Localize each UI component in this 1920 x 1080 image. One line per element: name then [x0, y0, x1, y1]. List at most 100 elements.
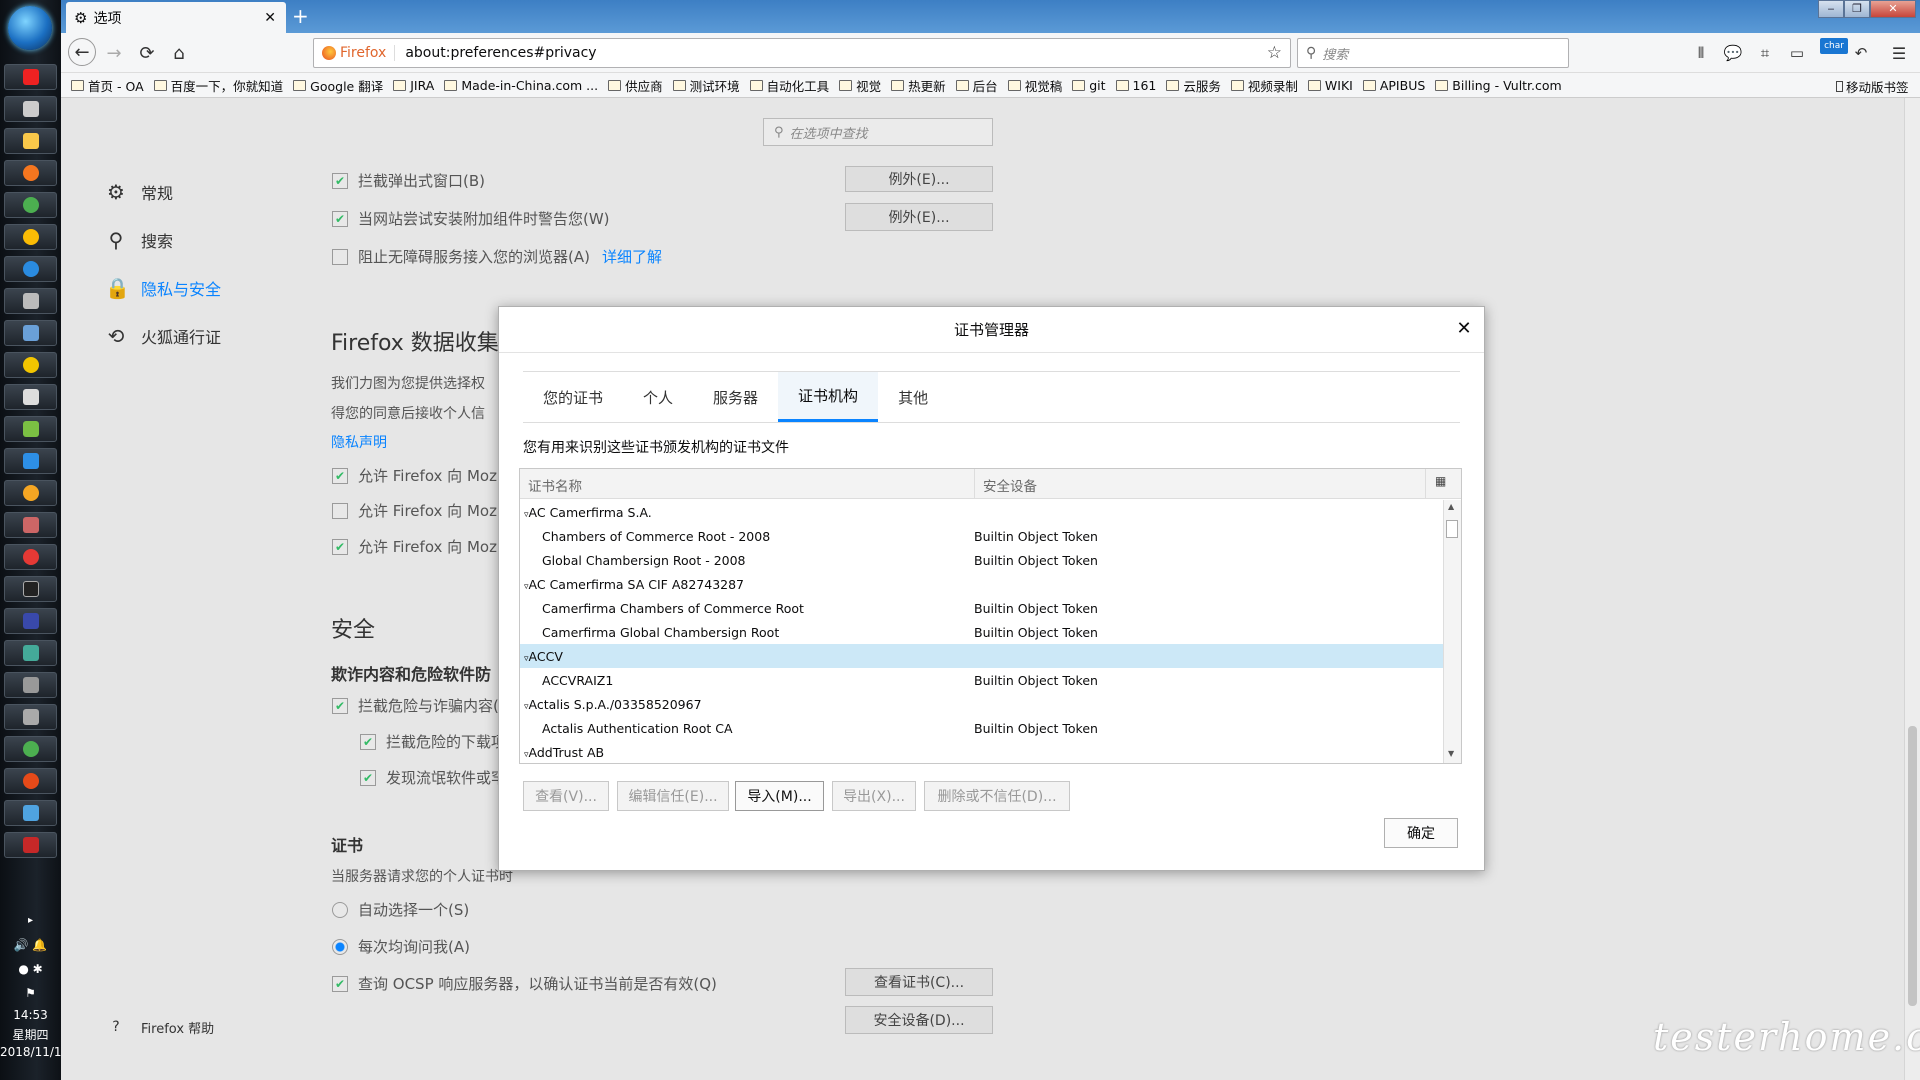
taskbar-app-20[interactable]: [4, 768, 57, 794]
popups-row[interactable]: ✔ 拦截弹出式窗口(B): [332, 170, 485, 191]
column-header-name[interactable]: 证书名称: [528, 475, 582, 495]
learn-more-link[interactable]: 详细了解: [602, 246, 662, 267]
checkbox-unchecked[interactable]: [332, 248, 348, 265]
taskbar-app-7[interactable]: [4, 352, 57, 378]
ocsp-row[interactable]: ✔ 查询 OCSP 响应服务器，以确认证书当前是否有效(Q): [332, 973, 717, 994]
tree-cert-row[interactable]: Chambers of Commerce Root - 2008 Builtin …: [520, 524, 1444, 548]
view-button[interactable]: 查看(V)...: [523, 781, 609, 811]
checkbox-checked[interactable]: ✔: [332, 975, 348, 992]
bookmark-item[interactable]: JIRA: [393, 78, 434, 93]
taskbar-app-15[interactable]: [4, 608, 57, 634]
view-certificates-button[interactable]: 查看证书(C)...: [845, 968, 993, 996]
library-icon[interactable]: ⫴: [1688, 40, 1714, 66]
taskbar-firefox[interactable]: [4, 160, 57, 186]
bookmark-item[interactable]: 首页 - OA: [71, 76, 144, 95]
scroll-up-icon[interactable]: ▲: [1448, 502, 1454, 511]
tree-group-row[interactable]: ▿Actalis S.p.A./03358520967: [520, 692, 1444, 716]
taskbar-app-21[interactable]: [4, 800, 57, 826]
taskbar-app-4[interactable]: [4, 256, 57, 282]
scrollbar-thumb[interactable]: [1908, 726, 1917, 1006]
addons-warning-row[interactable]: ✔ 当网站尝试安装附加组件时警告您(W): [332, 208, 610, 229]
tree-cert-row[interactable]: Camerfirma Chambers of Commerce Root Buil…: [520, 596, 1444, 620]
bookmark-item[interactable]: 后台: [955, 76, 998, 95]
tree-scrollbar[interactable]: ▲ ▼: [1443, 500, 1461, 763]
taskbar-chrome-2[interactable]: [4, 224, 57, 250]
taskbar-app-10[interactable]: [4, 448, 57, 474]
taskbar-app-6[interactable]: [4, 320, 57, 346]
allow-row-1[interactable]: ✔ 允许 Firefox 向 Mozi: [332, 465, 501, 486]
sidebar-item-general[interactable]: ⚙ 常规: [105, 180, 173, 204]
home-button[interactable]: ⌂: [166, 40, 192, 66]
taskbar-app-3[interactable]: [4, 128, 57, 154]
taskbar-app-1[interactable]: [4, 64, 57, 90]
radio-unselected[interactable]: [332, 901, 348, 918]
taskbar-app-19[interactable]: [4, 736, 57, 762]
bookmark-item[interactable]: Made-in-China.com ...: [444, 78, 598, 93]
taskbar-app-11[interactable]: [4, 480, 57, 506]
bookmark-item[interactable]: 视觉: [839, 76, 881, 95]
mobile-bookmarks[interactable]: 移动版书签: [1836, 77, 1909, 96]
bookmark-item[interactable]: 百度一下，你就知道: [153, 76, 283, 95]
checkbox-checked[interactable]: ✔: [332, 210, 348, 227]
tab-close-icon[interactable]: ✕: [264, 10, 276, 26]
export-button[interactable]: 导出(X)...: [832, 781, 916, 811]
allow-row-3[interactable]: ✔ 允许 Firefox 向 Mozi: [332, 536, 501, 557]
menu-icon[interactable]: ☰: [1886, 40, 1912, 66]
tree-cert-row[interactable]: Global Chambersign Root - 2008 Builtin Ob…: [520, 548, 1444, 572]
bookmark-item[interactable]: Billing - Vultr.com: [1435, 78, 1562, 93]
taskbar-app-18[interactable]: [4, 704, 57, 730]
unwanted-software-row[interactable]: ✔ 发现流氓软件或罕: [360, 767, 506, 788]
checkbox-checked[interactable]: ✔: [360, 769, 376, 786]
import-button[interactable]: 导入(M)...: [735, 781, 824, 811]
tab-authorities[interactable]: 证书机构: [778, 372, 879, 422]
scroll-down-icon[interactable]: ▼: [1448, 749, 1454, 758]
taskbar-app-8[interactable]: [4, 384, 57, 410]
bookmark-item[interactable]: Google 翻译: [293, 76, 383, 95]
bookmark-item[interactable]: git: [1072, 78, 1106, 93]
bookmark-star-icon[interactable]: ☆: [1267, 43, 1282, 63]
taskbar-app-12[interactable]: [4, 512, 57, 538]
taskbar-app-17[interactable]: [4, 672, 57, 698]
tab-servers[interactable]: 服务器: [693, 372, 778, 422]
radio-selected[interactable]: [332, 938, 348, 955]
checkbox-checked[interactable]: ✔: [332, 467, 348, 484]
bookmark-item[interactable]: 自动化工具: [749, 76, 829, 95]
certificate-tree[interactable]: 证书名称 安全设备 ▦ ▿AC Camerfirma S.A. Chambers …: [519, 468, 1462, 764]
start-button[interactable]: [8, 6, 52, 50]
column-header-device[interactable]: 安全设备: [983, 475, 1037, 495]
checkbox-checked[interactable]: ✔: [332, 538, 348, 555]
auto-select-radio-row[interactable]: 自动选择一个(S): [332, 899, 469, 920]
tab-your-certificates[interactable]: 您的证书: [523, 372, 623, 422]
checkbox-unchecked[interactable]: [332, 502, 348, 519]
close-window-button[interactable]: ✕: [1870, 0, 1916, 18]
block-dangerous-row[interactable]: ✔ 拦截危险与诈骗内容(: [332, 695, 499, 716]
popup-exceptions-button[interactable]: 例外(E)...: [845, 166, 993, 192]
firefox-help-link[interactable]: ? Firefox 帮助: [105, 1016, 214, 1038]
bookmark-item[interactable]: 161: [1115, 78, 1156, 93]
checkbox-checked[interactable]: ✔: [332, 172, 348, 189]
taskbar-app-14[interactable]: [4, 576, 57, 602]
new-tab-icon[interactable]: +: [292, 6, 309, 26]
tab-people[interactable]: 个人: [623, 372, 693, 422]
sidebar-item-sync[interactable]: ⟲ 火狐通行证: [105, 324, 221, 348]
back-button[interactable]: ←: [68, 38, 96, 66]
tray-expand-icon[interactable]: ▸: [0, 915, 61, 926]
taskbar-app-22[interactable]: [4, 832, 57, 858]
edit-trust-button[interactable]: 编辑信任(E)...: [617, 781, 729, 811]
accessibility-row[interactable]: 阻止无障碍服务接入您的浏览器(A) 详细了解: [332, 246, 662, 267]
chat-icon[interactable]: 💬: [1720, 40, 1746, 66]
tree-cert-row[interactable]: Actalis Authentication Root CA Builtin Ob…: [520, 716, 1444, 740]
sidebar-item-privacy[interactable]: 🔒 隐私与安全: [105, 276, 221, 300]
minimize-button[interactable]: ‒: [1818, 0, 1844, 18]
ask-every-time-radio-row[interactable]: 每次均询问我(A): [332, 936, 470, 957]
addon-exceptions-button[interactable]: 例外(E)...: [845, 203, 993, 231]
tree-cert-row[interactable]: Camerfirma Global Chambersign Root Builti…: [520, 620, 1444, 644]
tree-group-row[interactable]: ▿AddTrust AB: [520, 740, 1444, 763]
forward-button[interactable]: →: [101, 40, 127, 66]
taskbar-app-2[interactable]: [4, 96, 57, 122]
bookmark-item[interactable]: APIBUS: [1362, 78, 1425, 93]
taskbar-app-9[interactable]: [4, 416, 57, 442]
find-in-options-input[interactable]: ⚲ 在选项中查找: [763, 118, 993, 146]
delete-distrust-button[interactable]: 删除或不信任(D)...: [924, 781, 1070, 811]
sidebar-toggle-icon[interactable]: ▭: [1784, 40, 1810, 66]
